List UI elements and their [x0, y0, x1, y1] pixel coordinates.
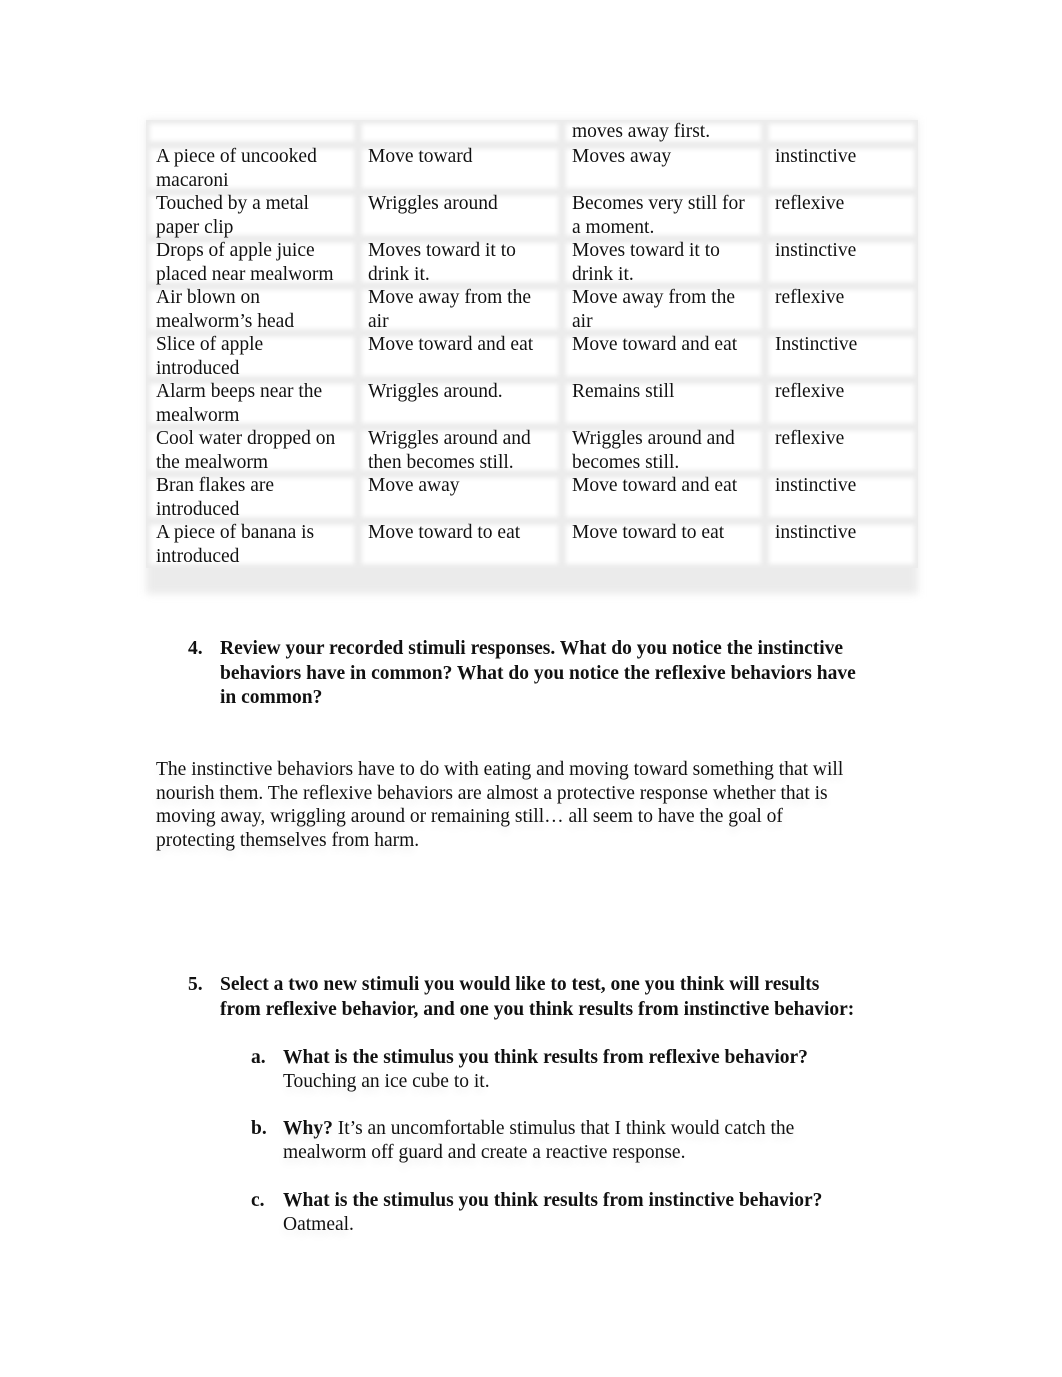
behavior-type-cell: reflexive [765, 427, 918, 474]
part-answer: It’s an uncomfortable stimulus that I th… [332, 1118, 795, 1139]
table-row: Bran flakes are introduced Move away Move … [146, 474, 918, 521]
table-row: Slice of apple introduced Move toward and… [146, 333, 918, 380]
behavior-type-cell: reflexive [765, 192, 918, 239]
stimuli-response-table: moves away first. A piece of uncooked mac… [146, 120, 918, 568]
table-row: Touched by a metal paper clip Wriggles ar… [146, 192, 918, 239]
table-row: Air blown on mealworm’s head Move away fr… [146, 286, 918, 333]
table-row: A piece of uncooked macaroni Move toward M… [146, 145, 918, 192]
prediction-cell: Move away [358, 474, 562, 521]
table-row: moves away first. [146, 120, 918, 145]
question-5: 5. Select a two new stimuli you would li… [188, 973, 918, 1025]
observed-cell: Remains still [562, 380, 765, 427]
behavior-type-cell: reflexive [765, 286, 918, 333]
part-answer: Touching an ice cube to it. [283, 1071, 490, 1092]
behavior-type-cell: instinctive [765, 145, 918, 192]
behavior-type-cell: instinctive [765, 521, 918, 568]
observed-cell: Move away from the air [562, 286, 765, 333]
question-5-line: Select a two new stimuli you would like … [220, 974, 820, 995]
question-4-line: behaviors have in common? What do you no… [220, 662, 856, 684]
answer-line: nourish them. The reflexive behaviors ar… [156, 782, 828, 804]
prediction-cell: Wriggles around. [358, 380, 562, 427]
observed-cell: Wriggles around and becomes still. [562, 427, 765, 474]
question-4-line: Review your recorded stimuli responses. … [220, 638, 844, 659]
part-question: What is the stimulus you think results f… [283, 1047, 808, 1068]
observed-cell: Move toward to eat [562, 521, 765, 568]
answer-line: protecting themselves from harm. [156, 829, 420, 851]
part-answer: Oatmeal. [283, 1214, 354, 1235]
part-label: a. [251, 1047, 266, 1068]
observed-cell: Moves away [562, 145, 765, 192]
question-4-text: Review your recorded stimuli responses. … [220, 637, 856, 711]
observed-cell: Move toward and eat [562, 474, 765, 521]
stimulus-cell: Drops of apple juice placed near mealwor… [146, 239, 358, 286]
prediction-cell: Move toward [358, 145, 562, 192]
question-4-number: 4. [188, 638, 203, 659]
answer-line: The instinctive behaviors have to do wit… [156, 759, 844, 780]
part-label: c. [251, 1190, 265, 1211]
part-question: What is the stimulus you think results f… [283, 1190, 823, 1211]
table-row: A piece of banana is introduced Move towa… [146, 521, 918, 568]
prediction-cell: Move toward and eat [358, 333, 562, 380]
behavior-type-cell: instinctive [765, 474, 918, 521]
behavior-type-cell: instinctive [765, 239, 918, 286]
stimulus-cell: Touched by a metal paper clip [146, 192, 358, 239]
part-question: Why? [283, 1118, 333, 1139]
stimulus-cell: A piece of banana is introduced [146, 521, 358, 568]
prediction-cell: Move away from the air [358, 286, 562, 333]
stimulus-cell: Cool water dropped on the mealworm [146, 427, 358, 474]
part-answer: mealworm off guard and create a reactive… [283, 1142, 686, 1163]
question-5-number: 5. [188, 974, 203, 995]
prediction-cell: Wriggles around [358, 192, 562, 239]
stimulus-cell: Air blown on mealworm’s head [146, 286, 358, 333]
prediction-cell [358, 120, 562, 145]
behavior-type-cell: reflexive [765, 380, 918, 427]
question-4-answer: The instinctive behaviors have to do wit… [156, 758, 916, 852]
question-4-line: in common? [220, 687, 323, 708]
question-4: 4. Review your recorded stimuli response… [188, 637, 918, 713]
prediction-cell: Move toward to eat [358, 521, 562, 568]
prediction-cell: Wriggles around and then becomes still. [358, 427, 562, 474]
stimulus-cell: Alarm beeps near the mealworm [146, 380, 358, 427]
behavior-type-cell [765, 120, 918, 145]
table-row: Cool water dropped on the mealworm Wriggl… [146, 427, 918, 474]
stimulus-cell: Slice of apple introduced [146, 333, 358, 380]
stimulus-cell: Bran flakes are introduced [146, 474, 358, 521]
table-row: Alarm beeps near the mealworm Wriggles ar… [146, 380, 918, 427]
part-body: Why? It’s an uncomfortable stimulus that… [283, 1117, 903, 1165]
stimulus-cell [146, 120, 358, 145]
observed-cell: Move toward and eat [562, 333, 765, 380]
stimulus-cell: A piece of uncooked macaroni [146, 145, 358, 192]
question-5-line: from reflexive behavior, and one you thi… [220, 998, 855, 1020]
part-body: What is the stimulus you think results f… [283, 1046, 903, 1094]
behavior-type-cell: Instinctive [765, 333, 918, 380]
part-label: b. [251, 1118, 267, 1139]
observed-cell: moves away first. [562, 120, 765, 145]
question-5-text: Select a two new stimuli you would like … [220, 973, 854, 1022]
observed-cell: Moves toward it to drink it. [562, 239, 765, 286]
prediction-cell: Moves toward it to drink it. [358, 239, 562, 286]
observed-cell: Becomes very still for a moment. [562, 192, 765, 239]
table-row: Drops of apple juice placed near mealwor… [146, 239, 918, 286]
answer-line: moving away, wriggling around or remaini… [156, 806, 783, 827]
part-body: What is the stimulus you think results f… [283, 1189, 903, 1237]
